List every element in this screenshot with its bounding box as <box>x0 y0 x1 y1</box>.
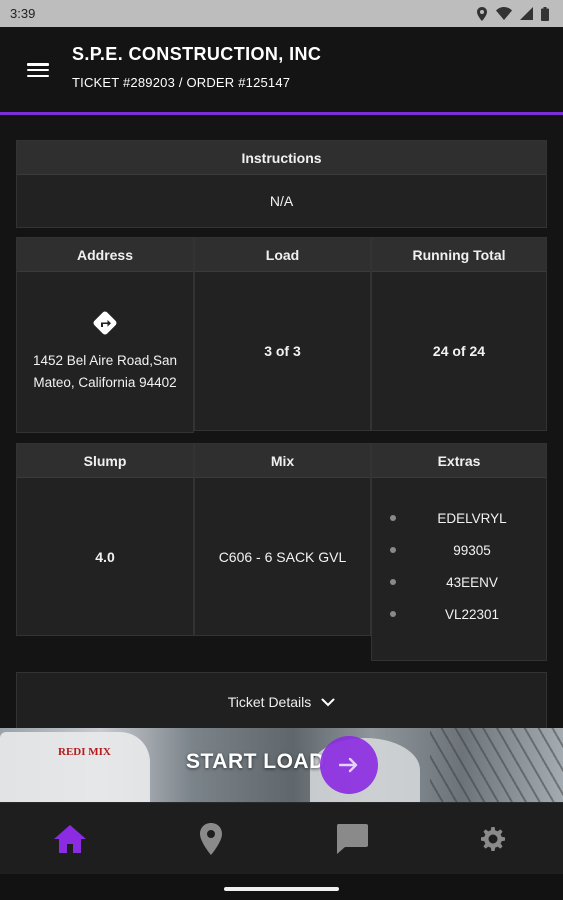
chevron-down-icon <box>321 698 335 706</box>
list-item: EDELVRYL <box>390 502 546 534</box>
chat-icon <box>336 823 368 854</box>
signal-icon <box>520 7 533 20</box>
address-body[interactable]: 1452 Bel Aire Road,San Mateo, California… <box>17 272 193 432</box>
app-bar: S.P.E. CONSTRUCTION, INC TICKET #289203 … <box>0 27 563 115</box>
map-pin-icon <box>200 822 223 855</box>
address-card[interactable]: Address 1452 Bel Aire Road,San Mateo, Ca… <box>16 237 194 433</box>
home-gesture-bar[interactable] <box>224 887 339 891</box>
address-value: 1452 Bel Aire Road,San Mateo, California… <box>32 353 178 390</box>
running-total-card: Running Total 24 of 24 <box>371 237 547 431</box>
truck-image <box>0 732 150 802</box>
extras-header: Extras <box>372 444 546 478</box>
bottom-navigation <box>0 802 563 874</box>
ticket-content[interactable]: Instructions N/A Address 1452 Bel Aire R… <box>0 118 563 728</box>
status-icons <box>476 6 549 21</box>
arrow-right-icon <box>339 757 358 773</box>
mix-header: Mix <box>195 444 370 478</box>
extras-card: Extras EDELVRYL 99305 43EENV VL22301 <box>371 443 547 661</box>
list-item: 99305 <box>390 534 546 566</box>
list-item: 43EENV <box>390 566 546 598</box>
extra-value: 99305 <box>453 542 491 558</box>
nav-messages[interactable] <box>322 809 382 869</box>
instructions-header: Instructions <box>17 141 546 175</box>
start-load-label: START LOAD <box>186 750 325 773</box>
extra-value: EDELVRYL <box>437 510 507 526</box>
running-total-header: Running Total <box>372 238 546 272</box>
mix-value: C606 - 6 SACK GVL <box>218 548 347 565</box>
hamburger-menu-icon[interactable] <box>27 63 49 77</box>
load-value: 3 of 3 <box>264 343 301 359</box>
ticket-details-label: Ticket Details <box>227 694 312 710</box>
instructions-value: N/A <box>269 193 294 209</box>
company-name: S.P.E. CONSTRUCTION, INC <box>72 44 322 64</box>
gear-icon <box>480 826 505 851</box>
start-load-banner[interactable]: REDI MIX START LOAD <box>0 728 563 802</box>
slump-card: Slump 4.0 <box>16 443 194 636</box>
load-card: Load 3 of 3 <box>194 237 371 431</box>
battery-icon <box>541 6 549 21</box>
extra-value: VL22301 <box>444 606 500 622</box>
status-time: 3:39 <box>10 6 36 21</box>
extras-list: EDELVRYL 99305 43EENV VL22301 <box>372 502 546 630</box>
directions-icon[interactable] <box>92 310 118 336</box>
instructions-card: Instructions N/A <box>16 140 547 228</box>
location-icon <box>477 6 487 21</box>
extra-value: 43EENV <box>446 574 498 590</box>
nav-home[interactable] <box>40 809 100 869</box>
running-total-value: 24 of 24 <box>432 343 486 359</box>
start-load-button[interactable] <box>320 736 378 794</box>
status-bar: 3:39 <box>0 0 563 27</box>
wifi-icon <box>496 7 512 20</box>
truck-logo-text: REDI MIX <box>58 746 111 758</box>
nav-location[interactable] <box>181 809 241 869</box>
ticket-details-toggle[interactable]: Ticket Details <box>16 672 547 728</box>
address-header: Address <box>17 238 193 272</box>
home-icon <box>54 824 87 853</box>
extras-body: EDELVRYL 99305 43EENV VL22301 <box>372 478 546 660</box>
slump-header: Slump <box>17 444 193 478</box>
scaffold-image <box>430 728 563 802</box>
mix-card: Mix C606 - 6 SACK GVL <box>194 443 371 636</box>
list-item: VL22301 <box>390 598 546 630</box>
nav-settings[interactable] <box>463 809 523 869</box>
gesture-area <box>0 874 563 900</box>
slump-value: 4.0 <box>95 548 115 565</box>
ticket-order-number: TICKET #289203 / ORDER #125147 <box>72 75 291 90</box>
load-header: Load <box>195 238 370 272</box>
